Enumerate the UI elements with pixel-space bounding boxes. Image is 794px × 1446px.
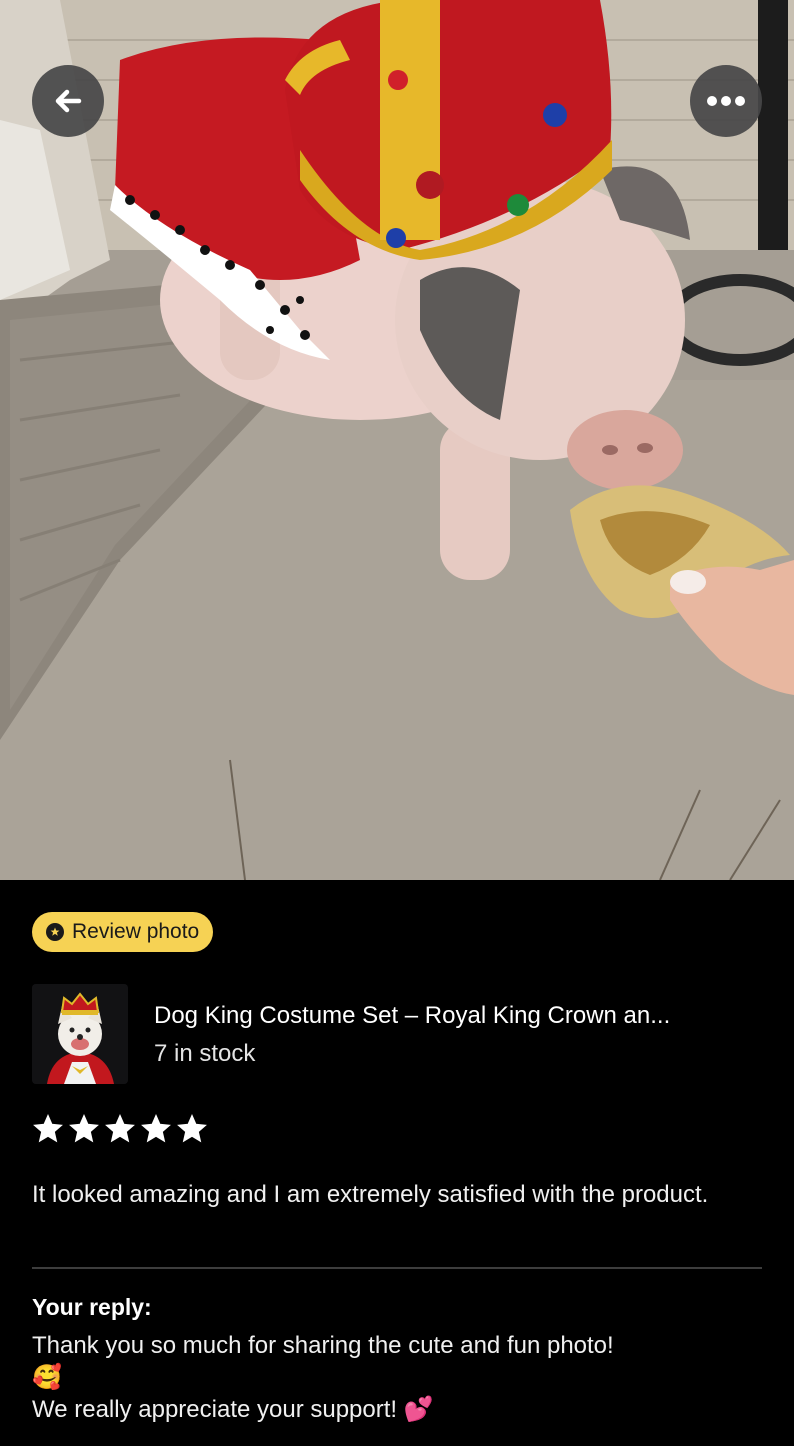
product-title[interactable]: Dog King Costume Set – Royal King Crown … — [154, 1002, 762, 1030]
review-text: It looked amazing and I am extremely sat… — [32, 1181, 709, 1208]
reply-line-1: Thank you so much for sharing the cute a… — [32, 1332, 614, 1359]
star-icon — [141, 1114, 171, 1143]
review-photo[interactable] — [0, 0, 794, 880]
back-button[interactable] — [32, 65, 104, 137]
reply-emoji-2: 💕 — [403, 1396, 434, 1423]
reply-label: Your reply: — [32, 1294, 152, 1320]
pig-photo-illustration — [0, 0, 794, 880]
star-icon — [33, 1114, 63, 1143]
star-icon — [105, 1114, 135, 1143]
star-icon — [177, 1114, 207, 1143]
reply-line-2: We really appreciate your support! — [32, 1396, 398, 1423]
star-icon — [69, 1114, 99, 1143]
reply-text: Thank you so much for sharing the cute a… — [32, 1330, 762, 1426]
arrow-left-icon — [55, 89, 82, 113]
reply-emoji-1: 🥰 — [32, 1364, 62, 1391]
dog-king-thumbnail-image — [32, 984, 128, 1084]
divider — [32, 1267, 762, 1269]
more-options-button[interactable] — [690, 65, 762, 137]
review-details-panel: Review photo Dog King Costume Set – Roya… — [0, 880, 794, 1446]
review-photo-badge: Review photo — [32, 912, 214, 952]
ellipsis-icon — [707, 96, 745, 106]
star-in-circle-icon — [46, 923, 64, 941]
review-photo-badge-label: Review photo — [72, 920, 200, 943]
rating-stars — [32, 1113, 208, 1145]
stock-status: 7 in stock — [154, 1040, 256, 1067]
product-summary[interactable]: Dog King Costume Set – Royal King Crown … — [32, 984, 762, 1084]
product-thumbnail[interactable] — [32, 984, 128, 1084]
